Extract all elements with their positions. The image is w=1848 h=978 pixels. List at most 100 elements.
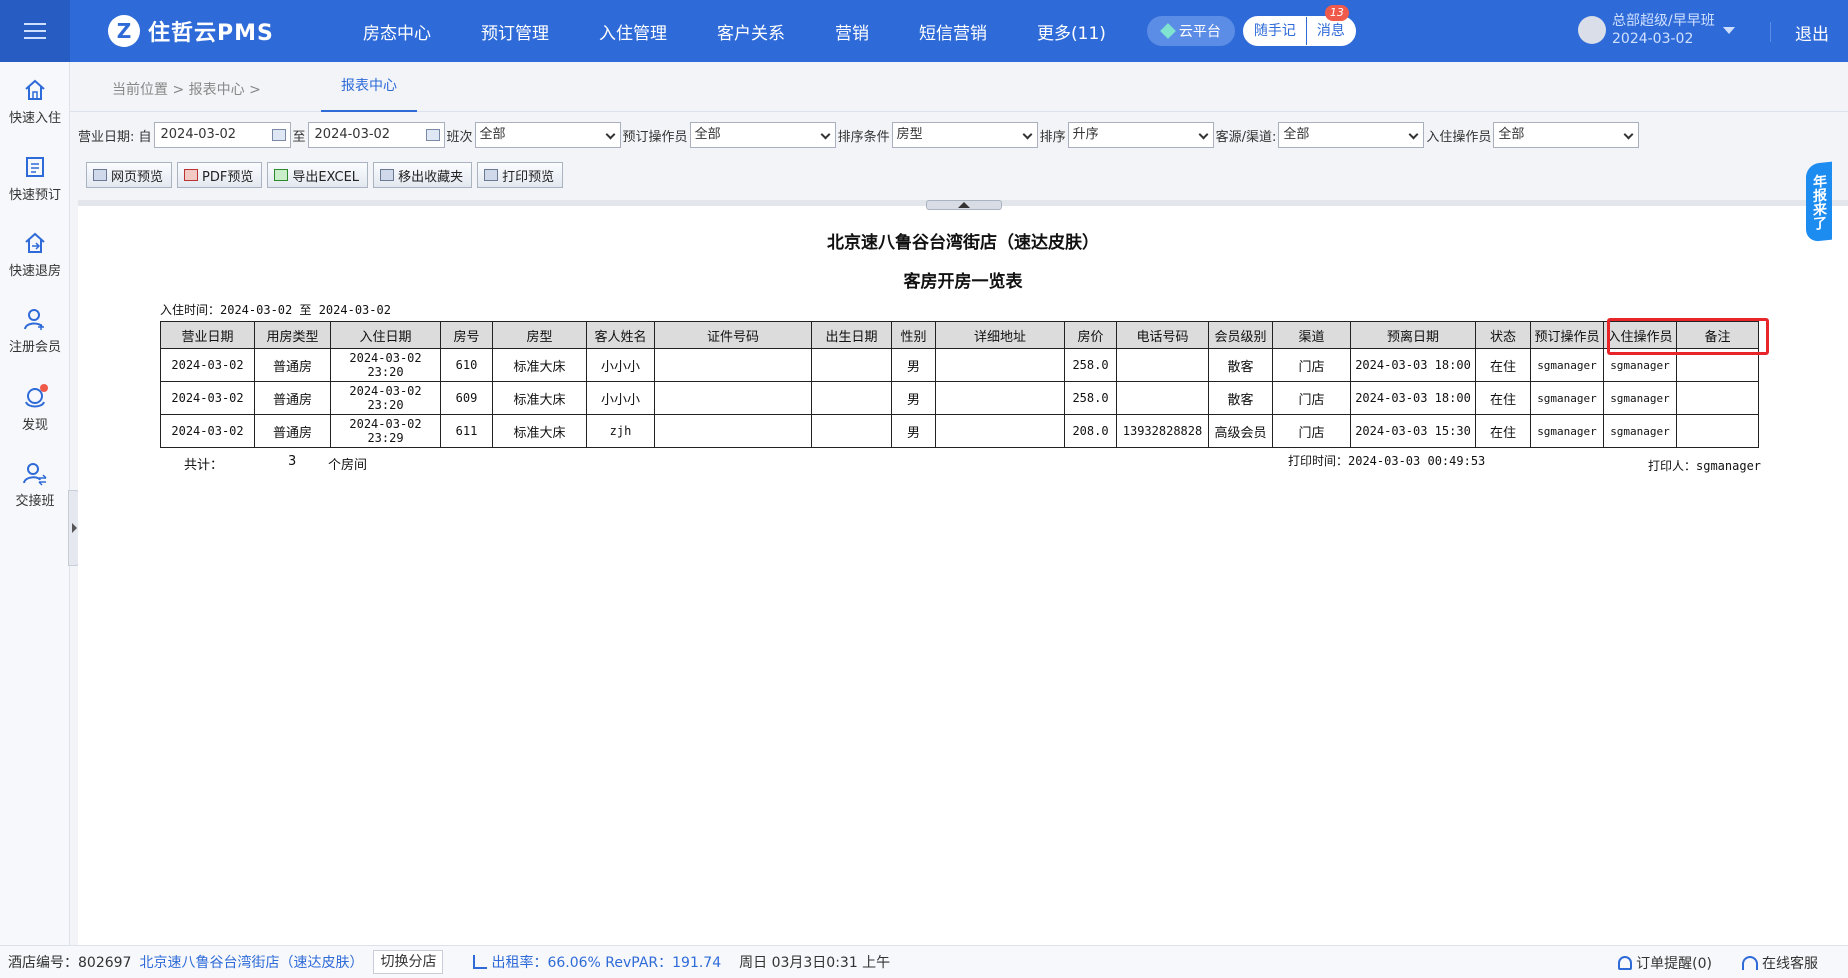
nav-checkin[interactable]: 入住管理 (574, 19, 692, 44)
sidebar-item-register-member[interactable]: 注册会员 (0, 306, 70, 355)
to-date-input[interactable]: 2024-03-02 (307, 122, 445, 148)
booking-operator-select[interactable]: 全部 (689, 122, 836, 148)
table-row[interactable]: 2024-03-02 普通房 2024-03-02 23:20 610 标准大床… (160, 348, 1759, 382)
col-room-rate: 房价 (1064, 321, 1117, 349)
sidebar-item-label: 快速预订 (8, 188, 61, 203)
sidebar-item-quick-booking[interactable]: 快速预订 (0, 154, 70, 203)
col-phone: 电话号码 (1116, 321, 1209, 349)
col-gender: 性别 (891, 321, 936, 349)
breadcrumb-section[interactable]: 报表中心 (189, 82, 245, 98)
table-row[interactable]: 2024-03-02 普通房 2024-03-02 23:20 609 标准大床… (160, 381, 1759, 415)
col-address: 详细地址 (935, 321, 1065, 349)
chevron-down-icon (605, 129, 615, 140)
sidebar-item-label: 注册会员 (8, 340, 61, 355)
hotel-name: 北京速八鲁谷台湾街店（速达皮肤） (827, 233, 1099, 253)
printed-by: 打印人：sgmanager (1648, 459, 1762, 473)
export-excel-button[interactable]: 导出EXCEL (267, 162, 369, 188)
col-guest-name: 客人姓名 (586, 321, 655, 349)
shift-select[interactable]: 全部 (474, 122, 621, 148)
col-booking-operator: 预订操作员 (1530, 321, 1604, 349)
notes-messages-group: 随手记 消息 13 (1242, 5, 1356, 46)
avatar (1578, 16, 1606, 44)
notes-button[interactable]: 随手记 (1244, 17, 1306, 45)
status-bar: 酒店编号：802697 北京速八鲁谷台湾街店（速达皮肤） 切换分店 出租率：66… (0, 945, 1848, 978)
calendar-icon[interactable] (271, 129, 286, 141)
sidebar-item-quick-checkin[interactable]: 快速入住 (0, 77, 70, 126)
chevron-down-icon (1623, 129, 1634, 140)
nav-more[interactable]: 更多(11) (1012, 19, 1131, 44)
annual-report-tag[interactable]: 年报来了 (1806, 161, 1832, 243)
logout-button[interactable]: 退出 (1795, 20, 1829, 45)
nav-marketing[interactable]: 营销 (810, 19, 894, 44)
sidebar-item-label: 发现 (21, 418, 48, 433)
online-support-button[interactable]: 在线客服 (1742, 953, 1818, 973)
highlight-operator-columns (1607, 318, 1769, 355)
col-room-use-type: 用房类型 (254, 321, 331, 349)
sidebar-item-discover[interactable]: 发现 (0, 384, 70, 433)
pdf-preview-button[interactable]: PDF预览 (177, 162, 263, 188)
table-row[interactable]: 2024-03-02 普通房 2024-03-02 23:29 611 标准大床… (160, 414, 1759, 448)
user-date: 2024-03-02 (1612, 31, 1694, 47)
col-departure-date: 预离日期 (1350, 321, 1476, 349)
col-birth-date: 出生日期 (811, 321, 892, 349)
nav-room-status[interactable]: 房态中心 (338, 19, 456, 44)
nav-customers[interactable]: 客户关系 (692, 19, 810, 44)
printer-icon (484, 169, 499, 181)
user-menu[interactable]: 总部超级/早早班 2024-03-02 (1578, 12, 1735, 48)
chevron-down-icon (1722, 26, 1735, 34)
report-table: 营业日期 用房类型 入住日期 房号 房型 客人姓名 证件号码 出生日期 性别 详… (160, 321, 1759, 448)
tab-report-center[interactable]: 报表中心 (321, 62, 417, 112)
sidebar-item-label: 快速退房 (8, 264, 61, 279)
report-toolbar: 网页预览 PDF预览 导出EXCEL 移出收藏夹 打印预览 (86, 162, 568, 188)
status-datetime: 周日 03月3日0:31 上午 (739, 955, 891, 971)
hamburger-icon (24, 23, 46, 39)
sidebar-item-label: 快速入住 (8, 111, 61, 126)
remove-favorite-button[interactable]: 移出收藏夹 (373, 162, 473, 188)
sort-condition-select[interactable]: 房型 (891, 122, 1038, 148)
pdf-icon (184, 169, 199, 181)
sort-order-select[interactable]: 升序 (1067, 122, 1214, 148)
sidebar-item-shift-handover[interactable]: 交接班 (0, 460, 70, 509)
breadcrumb: 当前位置 > 报表中心 > 报表中心 (70, 62, 1848, 112)
chevron-down-icon (1022, 129, 1033, 140)
status-hotel-name[interactable]: 北京速八鲁谷台湾街店（速达皮肤） (139, 952, 363, 972)
excel-icon (274, 169, 289, 181)
channel-select[interactable]: 全部 (1278, 122, 1425, 148)
chart-icon (473, 955, 488, 969)
bell-icon (1618, 955, 1633, 970)
checkout-icon (25, 232, 45, 253)
print-preview-button[interactable]: 打印预览 (477, 162, 564, 188)
occupancy-stats: 出租率：66.06% RevPAR：191.74 (491, 955, 722, 971)
col-biz-date: 营业日期 (160, 321, 255, 349)
messages-count-badge: 13 (1324, 5, 1349, 21)
switch-branch-button[interactable]: 切换分店 (373, 950, 444, 974)
total-label: 共计： (184, 458, 224, 473)
menu-toggle-button[interactable] (0, 0, 70, 62)
total-count: 3 (288, 454, 297, 469)
order-alert-button[interactable]: 订单提醒(0) (1618, 953, 1712, 973)
nav-sms[interactable]: 短信营销 (894, 19, 1012, 44)
discover-icon (25, 384, 48, 408)
chevron-down-icon (1198, 129, 1209, 140)
app-logo[interactable]: Z 住哲云PMS (108, 15, 338, 47)
nav-booking[interactable]: 预订管理 (456, 19, 574, 44)
cloud-platform-button[interactable]: 云平台 (1146, 16, 1235, 46)
headset-icon (1742, 955, 1758, 970)
col-room-no: 房号 (440, 321, 493, 349)
checkin-operator-select[interactable]: 全部 (1493, 122, 1640, 148)
col-room-type: 房型 (492, 321, 587, 349)
folder-icon (380, 169, 395, 181)
col-channel: 渠道 (1272, 321, 1351, 349)
hotel-code: 酒店编号：802697 (8, 955, 132, 971)
panel-collapse-handle[interactable] (926, 200, 1002, 210)
messages-button[interactable]: 消息 (1307, 17, 1355, 45)
home-icon (25, 79, 45, 100)
web-preview-button[interactable]: 网页预览 (86, 162, 173, 188)
booking-icon (26, 157, 44, 177)
from-date-input[interactable]: 2024-03-02 (153, 122, 291, 148)
filter-panel: 营业日期: 自 2024-03-02 至 2024-03-02 班次 全部 预订… (78, 112, 1848, 200)
calendar-icon[interactable] (425, 129, 440, 141)
sidebar-item-quick-checkout[interactable]: 快速退房 (0, 230, 70, 279)
top-nav-bar: Z 住哲云PMS 房态中心 预订管理 入住管理 客户关系 营销 短信营销 更多(… (0, 0, 1848, 62)
table-header-row: 营业日期 用房类型 入住日期 房号 房型 客人姓名 证件号码 出生日期 性别 详… (160, 321, 1759, 349)
